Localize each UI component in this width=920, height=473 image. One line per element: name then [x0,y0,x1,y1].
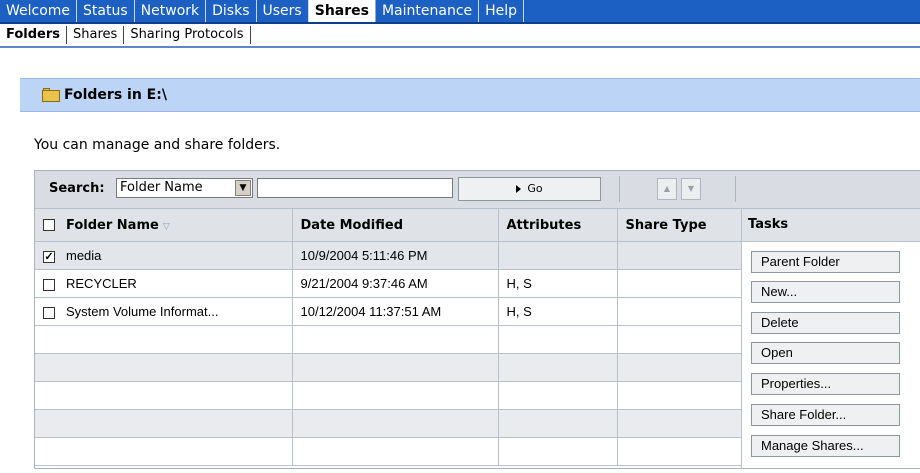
properties-button[interactable]: Properties... [751,373,900,395]
column-header-date-modified[interactable]: Date Modified [292,209,499,242]
share-type-cell [617,241,742,270]
parent-folder-button[interactable]: Parent Folder [751,251,900,273]
tab-users[interactable]: Users [257,0,309,22]
subtab-sharing-protocols[interactable]: Sharing Protocols [124,26,251,44]
search-label: Search: [49,181,105,196]
subtab-shares[interactable]: Shares [67,26,125,44]
sort-ascending-button[interactable]: ▲ [657,178,677,200]
column-header-attributes[interactable]: Attributes [498,209,618,242]
sub-nav: Folders Shares Sharing Protocols [0,24,920,48]
manage-shares-button[interactable]: Manage Shares... [751,435,900,457]
delete-button[interactable]: Delete [751,312,900,334]
table-row[interactable]: System Volume Informat... 10/12/2004 11:… [35,297,742,326]
search-field-value: Folder Name [120,180,203,195]
date-cell: 10/9/2004 5:11:46 PM [292,241,499,270]
tasks-title: Tasks [742,209,920,242]
share-folder-button[interactable]: Share Folder... [751,404,900,426]
open-button[interactable]: Open [751,342,900,364]
share-type-cell [617,297,742,326]
subtab-folders[interactable]: Folders [0,26,68,44]
attributes-cell: H, S [498,269,618,298]
tab-disks[interactable]: Disks [206,0,257,22]
folder-icon [42,88,60,102]
sort-indicator-icon: ▽ [162,221,170,232]
folder-name-cell[interactable]: media [35,241,293,270]
attributes-cell [498,241,618,270]
column-label: Folder Name [66,217,159,233]
tab-help[interactable]: Help [479,0,525,22]
folders-table: Folder Name ▽ Date Modified Attributes Sh… [35,209,742,466]
date-cell: 10/12/2004 11:37:51 AM [292,297,499,326]
page-title: Folders in E:\ [64,87,167,103]
empty-row [35,437,742,466]
toolbar-divider [619,176,620,202]
empty-row [35,325,742,354]
row-checkbox[interactable] [43,306,55,319]
empty-row [35,353,742,382]
folder-name-cell[interactable]: System Volume Informat... [35,297,293,326]
toolbar-divider [735,176,736,202]
row-checkbox[interactable] [43,278,55,291]
intro-text: You can manage and share folders. [34,137,281,153]
row-checkbox[interactable] [43,250,55,263]
sort-descending-button[interactable]: ▼ [681,178,701,200]
tab-status[interactable]: Status [77,0,135,22]
tab-welcome[interactable]: Welcome [0,0,78,22]
attributes-cell: H, S [498,297,618,326]
search-field-select[interactable]: Folder Name ▼ [116,178,253,198]
empty-row [35,409,742,438]
share-type-cell [617,269,742,298]
go-button[interactable]: Go [458,177,601,201]
tab-network[interactable]: Network [135,0,207,22]
column-header-folder-name[interactable]: Folder Name ▽ [35,209,293,242]
table-row[interactable]: media 10/9/2004 5:11:46 PM [35,241,742,270]
tasks-panel: Tasks Parent Folder New... Delete Open P… [741,209,920,468]
empty-row [35,381,742,410]
search-input[interactable] [257,178,453,198]
folder-name-cell[interactable]: RECYCLER [35,269,293,298]
select-all-checkbox[interactable] [43,219,55,231]
folder-name: System Volume Informat... [66,304,219,319]
folder-name: media [66,248,102,263]
tab-shares[interactable]: Shares [308,0,376,22]
table-header-row: Folder Name ▽ Date Modified Attributes Sh… [35,209,742,242]
folder-name: RECYCLER [66,276,137,291]
column-header-share-type[interactable]: Share Type [617,209,742,242]
table-row[interactable]: RECYCLER 9/21/2004 9:37:46 AM H, S [35,269,742,298]
play-icon [516,185,522,193]
top-nav: Welcome Status Network Disks Users Share… [0,0,920,24]
go-label: Go [527,182,543,195]
folders-grid: Search: Folder Name ▼ Go ▲ ▼ Folder Name… [34,170,920,469]
date-cell: 9/21/2004 9:37:46 AM [292,269,499,298]
chevron-down-icon[interactable]: ▼ [235,180,251,196]
page-header: Folders in E:\ [20,78,920,112]
new-button[interactable]: New... [751,281,900,303]
search-bar: Search: Folder Name ▼ Go ▲ ▼ [35,171,920,209]
tab-maintenance[interactable]: Maintenance [376,0,480,22]
